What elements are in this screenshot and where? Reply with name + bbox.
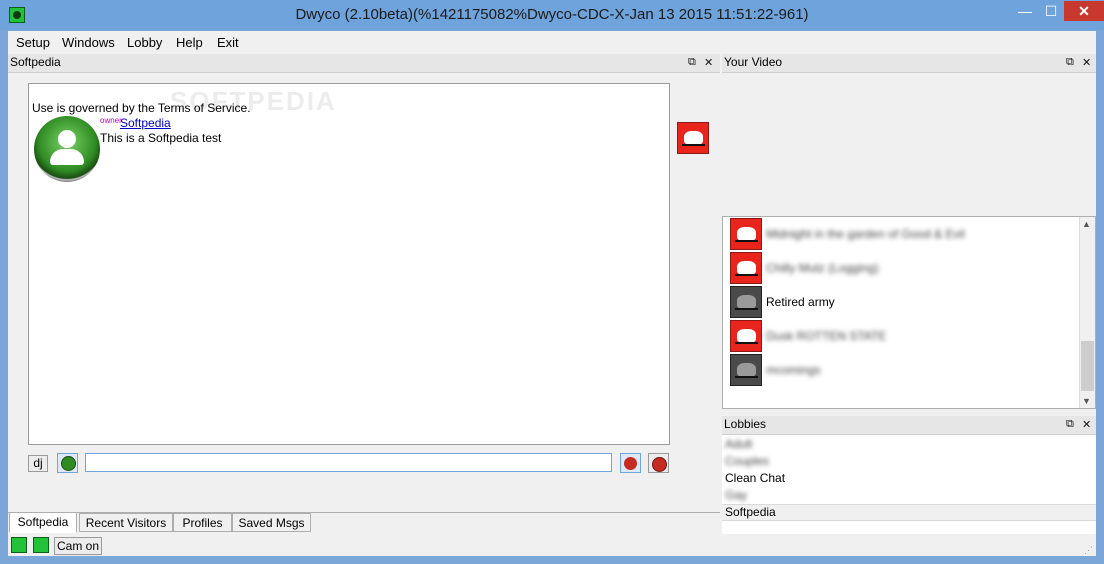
menu-windows[interactable]: Windows: [62, 33, 115, 52]
chat-message: This is a Softpedia test: [100, 131, 222, 145]
chat-panel-float-icon[interactable]: ⧉: [688, 56, 696, 69]
user-name: Chilly Mutz (Logging): [766, 261, 879, 275]
audio-button[interactable]: [620, 453, 641, 473]
lobby-item[interactable]: Clean Chat: [725, 470, 785, 486]
lobby-item[interactable]: Couples: [725, 453, 769, 469]
status-skull-icon-1[interactable]: [11, 537, 27, 553]
tab-saved-msgs[interactable]: Saved Msgs: [232, 513, 311, 532]
tab-softpedia[interactable]: Softpedia: [9, 512, 77, 533]
chat-panel-title: Softpedia: [10, 55, 61, 69]
avatar-body-icon: [50, 149, 84, 165]
push-to-talk-button[interactable]: [648, 453, 669, 473]
red-skull-icon: [730, 252, 762, 284]
menu-exit[interactable]: Exit: [217, 33, 239, 52]
avatar-head-icon: [58, 130, 76, 148]
owner-tag: owner: [100, 116, 122, 125]
user-list-item[interactable]: mcomings: [726, 354, 1078, 387]
scroll-up-icon[interactable]: ▲: [1082, 219, 1091, 229]
cam-on-button[interactable]: Cam on: [54, 537, 102, 555]
user-list-item[interactable]: Retired army: [726, 286, 1078, 319]
resize-grip-icon[interactable]: ⋰: [1084, 545, 1093, 556]
lobbies-panel-close-icon[interactable]: ✕: [1082, 418, 1091, 431]
selected-lobby[interactable]: Softpedia: [725, 504, 776, 520]
user-name: Midnight in the garden of Good & Evil: [766, 227, 965, 241]
user-list-item[interactable]: Chilly Mutz (Logging): [726, 252, 1078, 285]
menu-help[interactable]: Help: [176, 33, 203, 52]
video-panel-title: Your Video: [724, 55, 783, 69]
dark-skull-icon: [730, 354, 762, 386]
speaker-icon: [624, 457, 637, 470]
green-face-icon: [61, 456, 76, 471]
close-window-button[interactable]: ✕: [1064, 1, 1104, 21]
lobbies-panel-titlebar: [722, 416, 1096, 435]
lobbies-panel-float-icon[interactable]: ⧉: [1066, 418, 1074, 431]
video-panel-float-icon[interactable]: ⧉: [1066, 56, 1074, 69]
scrollbar-thumb[interactable]: [1081, 341, 1094, 391]
video-panel-close-icon[interactable]: ✕: [1082, 56, 1091, 69]
video-panel: [722, 54, 1096, 216]
maximize-button[interactable]: ☐: [1038, 1, 1064, 21]
red-skull-icon: [730, 320, 762, 352]
minimize-button[interactable]: —: [1012, 1, 1038, 21]
dj-button[interactable]: dj: [28, 455, 48, 472]
user-list-item[interactable]: Midnight in the garden of Good & Evil: [726, 218, 1078, 251]
mic-icon: [652, 457, 667, 472]
selected-lobby-row[interactable]: [722, 504, 1096, 521]
chat-panel-titlebar: [8, 54, 720, 73]
chat-panel-close-icon[interactable]: ✕: [704, 56, 713, 69]
dark-skull-icon: [730, 286, 762, 318]
lobby-item[interactable]: Adult: [725, 436, 752, 452]
self-cam-skull-icon[interactable]: [677, 122, 709, 154]
tab-profiles[interactable]: Profiles: [173, 513, 232, 532]
user-name: mcomings: [766, 363, 821, 377]
scroll-down-icon[interactable]: ▼: [1082, 396, 1091, 406]
status-skull-icon-2[interactable]: [33, 537, 49, 553]
user-name: Retired army: [766, 295, 835, 309]
message-input[interactable]: [85, 453, 612, 472]
menu-setup[interactable]: Setup: [16, 33, 50, 52]
menu-lobby[interactable]: Lobby: [127, 33, 162, 52]
user-list-item[interactable]: Dusk ROTTEN STATE: [726, 320, 1078, 353]
window-title: Dwyco (2.10beta)(%1421175082%Dwyco-CDC-X…: [295, 6, 809, 23]
red-skull-icon: [730, 218, 762, 250]
user-name: Dusk ROTTEN STATE: [766, 329, 887, 343]
tos-text: Use is governed by the Terms of Service.: [32, 101, 251, 115]
lobby-item[interactable]: Gay: [725, 487, 747, 503]
user-link[interactable]: Softpedia: [120, 116, 171, 130]
emoticon-button[interactable]: [57, 453, 78, 473]
lobbies-panel-title: Lobbies: [724, 417, 767, 431]
tab-recent-visitors[interactable]: Recent Visitors: [79, 513, 173, 532]
